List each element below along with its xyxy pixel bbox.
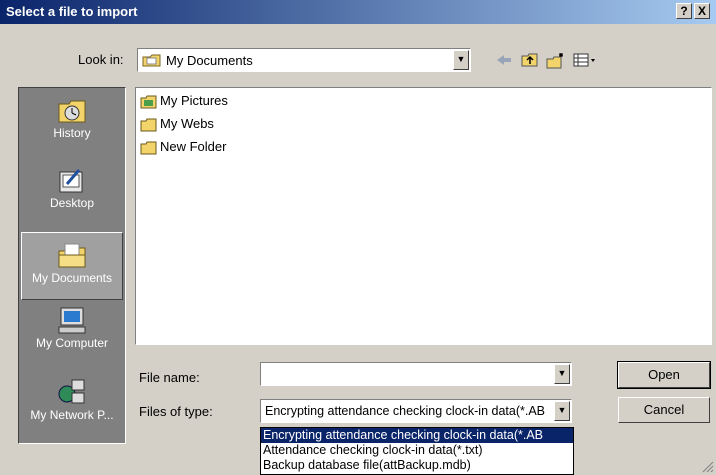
resize-grip-icon[interactable] [700,459,714,473]
title-bar: Select a file to import ? X [0,0,716,24]
cancel-button[interactable]: Cancel [618,397,710,423]
open-button[interactable]: Open [617,361,711,389]
close-button[interactable]: X [694,3,710,19]
my-documents-icon [58,243,86,268]
back-arrow-icon[interactable] [495,52,513,68]
place-label: My Documents [31,271,113,285]
desktop-icon [59,169,83,193]
my-documents-icon [142,54,161,67]
window-title: Select a file to import [6,4,138,19]
file-type-label: Files of type: [139,404,213,419]
place-my-documents[interactable]: My Documents [21,232,123,300]
place-desktop[interactable]: Desktop [21,166,123,210]
file-name-field[interactable]: ▼ [260,362,572,386]
pictures-folder-icon [140,95,157,109]
file-type-select[interactable]: Encrypting attendance checking clock-in … [260,399,572,423]
place-history[interactable]: History [21,96,123,140]
look-in-dropdown-arrow[interactable]: ▼ [453,50,469,70]
view-menu-icon[interactable] [573,52,599,68]
look-in-value: My Documents [166,53,253,68]
new-folder-icon[interactable] [546,52,566,70]
file-name: My Webs [160,116,214,131]
file-type-option[interactable]: Backup database file(attBackup.mdb) [261,458,573,473]
places-bar: History Desktop My Documents My Computer [18,87,126,444]
folder-icon [140,141,157,155]
help-button[interactable]: ? [676,3,692,19]
history-icon [58,100,86,123]
place-label: Desktop [49,196,95,210]
place-label: History [53,126,91,140]
list-item[interactable]: My Webs [140,116,214,134]
file-type-option[interactable]: Encrypting attendance checking clock-in … [261,428,573,443]
place-network-places[interactable]: My Network P... [21,378,123,422]
look-in-combo[interactable]: My Documents ▼ [137,48,471,72]
look-in-label: Look in: [78,52,124,67]
open-button-label: Open [648,367,680,382]
file-list[interactable]: My Pictures My Webs New Folder [135,87,712,345]
file-type-option[interactable]: Attendance checking clock-in data(*.txt) [261,443,573,458]
file-type-dropdown-list[interactable]: Encrypting attendance checking clock-in … [260,427,574,475]
file-type-dropdown-arrow[interactable]: ▼ [554,401,570,421]
file-type-value: Encrypting attendance checking clock-in … [265,404,546,418]
list-item[interactable]: My Pictures [140,93,228,111]
folder-icon [140,118,157,132]
network-places-icon [58,379,85,404]
place-label: My Computer [35,336,109,350]
up-folder-icon[interactable] [521,52,539,68]
place-my-computer[interactable]: My Computer [21,306,123,350]
file-name: New Folder [160,139,227,154]
place-label: My Network P... [30,408,114,422]
file-name: My Pictures [160,93,228,108]
file-name-label: File name: [139,370,200,385]
my-computer-icon [58,307,86,334]
file-name-dropdown-arrow[interactable]: ▼ [554,364,570,384]
list-item[interactable]: New Folder [140,139,226,157]
